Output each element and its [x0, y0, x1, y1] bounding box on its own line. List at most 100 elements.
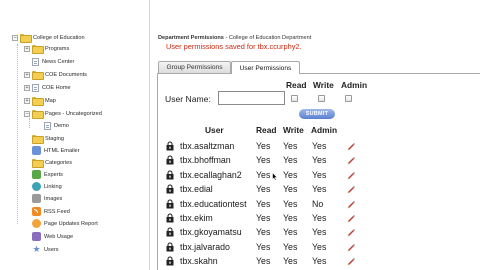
tree-item-images[interactable]: Images: [24, 193, 62, 204]
tree-item-label: Map: [45, 97, 56, 104]
lock-icon[interactable]: [165, 199, 175, 209]
lock-icon[interactable]: [165, 213, 175, 223]
write-cell: Yes: [283, 169, 298, 180]
user-name-cell: tbx.ekim: [180, 213, 213, 223]
expand-toggle-icon[interactable]: +: [24, 71, 30, 78]
tree-item-label: HTML Emailer: [44, 147, 80, 154]
users-icon: ★: [32, 244, 41, 254]
user-column-header: User: [205, 125, 224, 135]
page-title: Department Permissions: [158, 35, 224, 41]
edit-pencil-icon[interactable]: [346, 213, 356, 223]
user-name-cell: tbx.edial: [180, 184, 213, 195]
user-name-cell: tbx.skahn: [180, 256, 218, 267]
edit-pencil-icon[interactable]: [346, 199, 356, 209]
lock-icon[interactable]: [165, 170, 175, 180]
tree-item-label: Images: [44, 195, 63, 202]
report-icon: [32, 219, 41, 228]
admin-column-header: Admin: [311, 125, 338, 135]
tree-item-experts[interactable]: Experts: [24, 169, 63, 180]
edit-pencil-icon[interactable]: [346, 227, 356, 237]
collapse-toggle-icon[interactable]: −: [12, 34, 18, 41]
admin-cell: Yes: [312, 155, 327, 166]
lock-icon[interactable]: [165, 242, 175, 252]
admin-cell: Yes: [312, 227, 327, 238]
read-cell: Yes: [256, 198, 271, 209]
edit-pencil-icon[interactable]: [346, 242, 356, 252]
submit-button[interactable]: SUBMIT: [299, 109, 335, 119]
folder-icon: [32, 135, 44, 144]
write-checkbox[interactable]: [318, 95, 325, 102]
table-row: tbx.educationtest Yes Yes No: [160, 197, 370, 211]
username-input[interactable]: [218, 91, 285, 105]
read-cell: Yes: [256, 213, 271, 223]
tree-item-map[interactable]: + Map: [24, 95, 56, 106]
read-checkbox[interactable]: [291, 95, 298, 102]
tab-group-permissions[interactable]: Group Permissions: [158, 61, 231, 73]
read-cell: Yes: [256, 155, 271, 166]
table-row: tbx.edial Yes Yes Yes: [160, 182, 370, 196]
user-name-cell: tbx.ecallaghan2: [180, 169, 242, 180]
tree-item-html-emailer[interactable]: HTML Emailer: [24, 145, 80, 156]
page-subtitle: - College of Education Department: [223, 35, 312, 41]
tree-item-pages-uncategorized[interactable]: − Pages - Uncategorized: [24, 108, 102, 119]
admin-checkbox[interactable]: [345, 95, 352, 102]
rss-icon: [32, 207, 41, 216]
admin-cell: Yes: [312, 241, 327, 252]
tree-item-web-usage[interactable]: Web Usage: [24, 231, 73, 242]
lock-icon[interactable]: [165, 227, 175, 237]
edit-pencil-icon[interactable]: [346, 141, 356, 151]
read-cell: Yes: [256, 184, 271, 195]
edit-pencil-icon[interactable]: [346, 256, 356, 266]
site-tree-sidebar: − College of Education + Programs News C…: [0, 0, 150, 270]
lock-icon[interactable]: [165, 256, 175, 266]
form-admin-header: Admin: [341, 80, 368, 90]
admin-cell: Yes: [312, 184, 327, 195]
user-name-cell: tbx.asaltzman: [180, 141, 235, 151]
folder-icon: [32, 45, 44, 54]
tree-item-staging[interactable]: Staging: [24, 133, 64, 144]
edit-pencil-icon[interactable]: [346, 170, 356, 180]
tree-item-users[interactable]: ★ Users: [24, 244, 59, 255]
tree-item-label: Users: [44, 246, 59, 253]
expand-toggle-icon[interactable]: +: [24, 84, 30, 91]
admin-cell: No: [312, 198, 324, 209]
edit-pencil-icon[interactable]: [346, 155, 356, 165]
read-cell: Yes: [256, 241, 271, 252]
tree-item-rss-feed[interactable]: RSS Feed: [24, 206, 70, 217]
tree-item-coe-home[interactable]: + COE Home: [24, 82, 71, 93]
table-row: tbx.skahn Yes Yes Yes: [160, 254, 370, 268]
tree-item-label: News Center: [42, 58, 75, 65]
expand-toggle-icon[interactable]: +: [24, 45, 30, 52]
folder-icon: [32, 97, 44, 106]
edit-pencil-icon[interactable]: [346, 184, 356, 194]
tree-item-label: Staging: [45, 135, 64, 142]
write-cell: Yes: [283, 198, 298, 209]
expand-toggle-icon[interactable]: +: [24, 97, 30, 104]
lock-icon[interactable]: [165, 155, 175, 165]
tree-item-programs[interactable]: + Programs: [24, 43, 69, 54]
folder-icon: [20, 34, 32, 43]
tree-item-page-updates-report[interactable]: Page Updates Report: [24, 218, 98, 229]
admin-cell: Yes: [312, 213, 327, 223]
tree-item-label: RSS Feed: [44, 208, 70, 215]
user-name-cell: tbx.educationtest: [180, 198, 247, 209]
tab-user-permissions[interactable]: User Permissions: [231, 61, 300, 74]
lock-icon[interactable]: [165, 184, 175, 194]
tree-item-college-of-education[interactable]: − College of Education: [12, 32, 85, 43]
link-icon: [32, 182, 41, 191]
mouse-cursor-icon: [272, 172, 278, 181]
tree-item-categories[interactable]: Categories: [24, 157, 72, 168]
lock-icon[interactable]: [165, 141, 175, 151]
tree-item-coe-documents[interactable]: + COE Documents: [24, 69, 87, 80]
read-cell: Yes: [256, 141, 271, 151]
tree-item-label: Pages - Uncategorized: [45, 110, 102, 117]
form-write-header: Write: [313, 80, 334, 90]
folder-icon: [32, 159, 44, 168]
collapse-toggle-icon[interactable]: −: [24, 110, 30, 117]
table-row: tbx.jalvarado Yes Yes Yes: [160, 240, 370, 254]
tree-item-news-center[interactable]: News Center: [24, 56, 74, 67]
page-icon: [32, 83, 39, 92]
tree-item-demo[interactable]: Demo: [36, 120, 69, 131]
tree-item-label: Page Updates Report: [44, 220, 98, 227]
tree-item-linking[interactable]: Linking: [24, 181, 62, 192]
